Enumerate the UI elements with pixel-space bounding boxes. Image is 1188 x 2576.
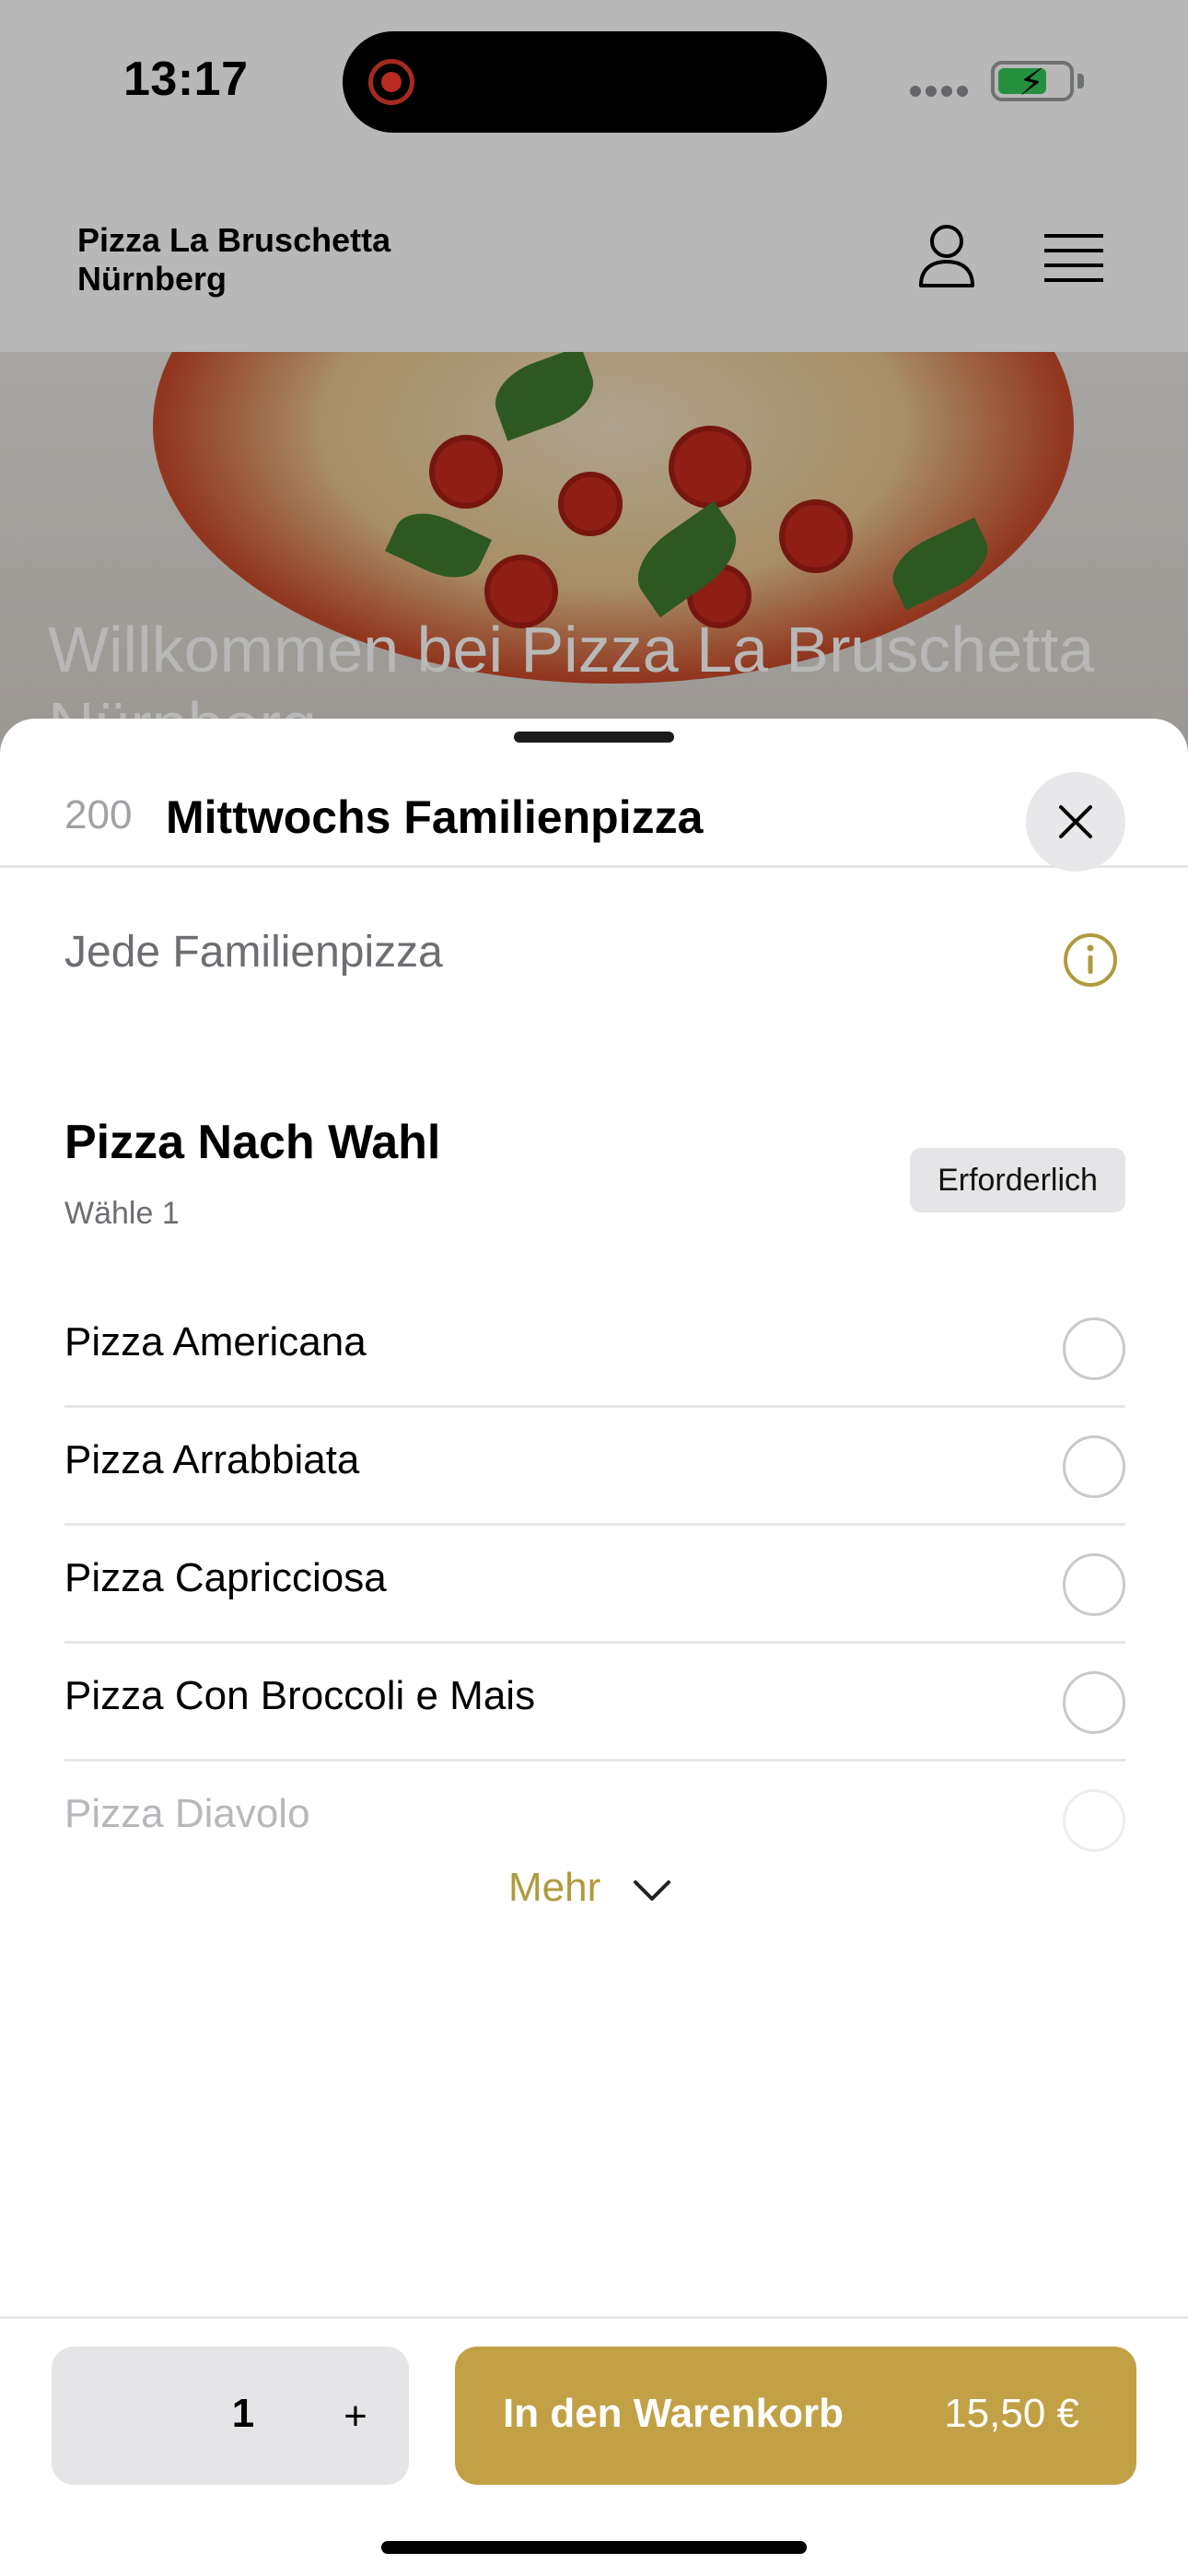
option-group-subtitle: Wähle 1: [64, 1196, 180, 1231]
quantity-value: 1: [231, 2391, 255, 2436]
option-item[interactable]: Pizza Con Broccoli e Mais: [64, 1644, 1125, 1762]
option-label: Pizza Con Broccoli e Mais: [64, 1673, 536, 1718]
radio-button[interactable]: [1063, 1435, 1125, 1498]
option-label: Pizza Arrabbiata: [64, 1437, 360, 1482]
info-icon[interactable]: [1063, 932, 1118, 988]
option-group-title: Pizza Nach Wahl: [64, 1116, 441, 1169]
option-label: Pizza Americana: [64, 1319, 367, 1364]
add-to-cart-button[interactable]: In den Warenkorb 15,50 €: [455, 2347, 1136, 2485]
option-list: Pizza Americana Pizza Arrabbiata Pizza C…: [64, 1290, 1125, 1879]
add-to-cart-label: In den Warenkorb: [503, 2391, 844, 2436]
required-badge: Erforderlich: [910, 1148, 1125, 1212]
item-number: 200: [64, 792, 133, 837]
radio-button[interactable]: [1063, 1317, 1125, 1380]
order-footer: 1 + In den Warenkorb 15,50 €: [0, 2316, 1188, 2576]
option-item[interactable]: Pizza Americana: [64, 1290, 1125, 1408]
close-icon: [1059, 805, 1092, 838]
option-label: Pizza Diavolo: [64, 1791, 310, 1836]
sheet-header: 200 Mittwochs Familienpizza: [0, 746, 1188, 872]
close-button[interactable]: [1026, 772, 1125, 872]
home-indicator[interactable]: [381, 2541, 807, 2554]
radio-button[interactable]: [1063, 1789, 1125, 1852]
option-label: Pizza Capricciosa: [64, 1555, 387, 1600]
radio-button[interactable]: [1063, 1553, 1125, 1616]
increase-quantity-button[interactable]: +: [319, 2380, 392, 2453]
sheet-grabber[interactable]: [514, 732, 674, 743]
option-item[interactable]: Pizza Arrabbiata: [64, 1408, 1125, 1526]
item-description: Jede Familienpizza: [64, 928, 443, 977]
quantity-stepper: 1 +: [52, 2347, 409, 2485]
chevron-down-icon[interactable]: [632, 1878, 672, 1903]
show-more-button[interactable]: Mehr: [508, 1865, 600, 1920]
price-label: 15,50 €: [944, 2391, 1079, 2436]
item-title: Mittwochs Familienpizza: [166, 791, 704, 843]
item-options-sheet: 200 Mittwochs Familienpizza Jede Familie…: [0, 719, 1188, 2576]
radio-button[interactable]: [1063, 1671, 1125, 1734]
option-item[interactable]: Pizza Capricciosa: [64, 1526, 1125, 1644]
option-item[interactable]: Pizza Diavolo: [64, 1762, 1125, 1879]
